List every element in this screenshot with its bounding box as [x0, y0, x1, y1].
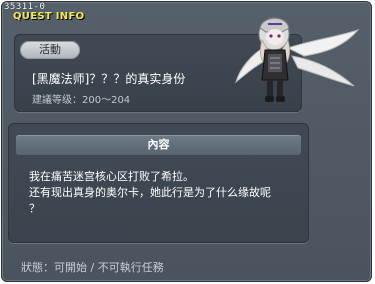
description-line: ？: [29, 202, 40, 215]
quest-info-window: 35311-0 QUEST INFO 活動 [黑魔法师]？？？的真实身份 建議等…: [1, 1, 372, 282]
quest-content-panel: 內容 我在痛苦迷宫核心区打败了希拉。 还有现出真身的奥尔卡，她此行是为了什么缘故…: [8, 123, 309, 243]
quest-description: 我在痛苦迷宫核心区打败了希拉。 还有现出真身的奥尔卡，她此行是为了什么缘故呢 ？: [29, 169, 304, 217]
quest-status: 狀態：可開始 / 不可執行任務: [21, 261, 164, 274]
quest-title: [黑魔法师]？？？的真实身份: [32, 72, 186, 86]
recommended-level: 建議等级：200～204: [32, 95, 131, 106]
quest-category-badge: 活動: [20, 41, 80, 59]
npc-character-image: [235, 17, 360, 102]
window-title: QUEST INFO: [13, 11, 85, 22]
description-line: 还有现出真身的奥尔卡，她此行是为了什么缘故呢: [29, 186, 271, 199]
content-section-header: 內容: [16, 135, 301, 155]
description-line: 我在痛苦迷宫核心区打败了希拉。: [29, 170, 194, 183]
